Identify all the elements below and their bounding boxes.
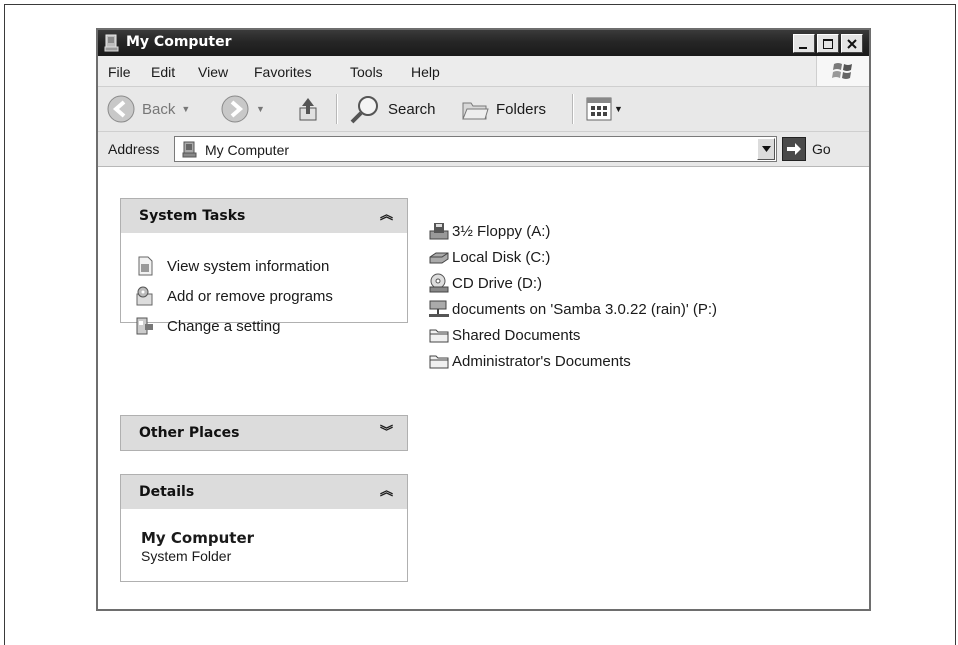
address-dropdown-button[interactable]	[757, 138, 775, 160]
details-panel: Details ︽ My Computer System Folder	[120, 474, 408, 582]
task-label: Change a setting	[167, 317, 281, 335]
collapse-chevron-icon[interactable]: ︽	[380, 484, 393, 497]
go-arrow-icon	[782, 137, 806, 161]
folders-button[interactable]: Folders	[460, 94, 546, 124]
windows-logo	[816, 56, 869, 86]
system-info-icon	[138, 256, 153, 276]
forward-dropdown-icon[interactable]: ▼	[256, 104, 265, 114]
task-label: Add or remove programs	[167, 287, 333, 305]
up-folder-button[interactable]	[294, 94, 322, 124]
folders-label: Folders	[496, 100, 547, 118]
views-dropdown-icon[interactable]: ▼	[614, 104, 623, 114]
file-label: Shared Documents	[452, 326, 581, 344]
views-button[interactable]: ▼	[586, 94, 623, 124]
file-label: 3½ Floppy (A:)	[452, 222, 551, 240]
collapse-chevron-icon[interactable]: ︽	[380, 208, 393, 221]
content-area: System Tasks ︽ View system information A…	[98, 167, 869, 609]
close-button[interactable]	[841, 34, 863, 53]
menu-view[interactable]: View	[198, 64, 228, 80]
chevron-down-icon	[761, 146, 771, 152]
back-label: Back	[142, 100, 176, 118]
folder-item-administrators-documents[interactable]: Administrator's Documents	[428, 351, 631, 371]
drive-item-local-disk[interactable]: Local Disk (C:)	[428, 247, 550, 267]
other-places-header[interactable]: Other Places ︾	[121, 416, 407, 450]
menu-help[interactable]: Help	[411, 64, 440, 80]
search-label: Search	[388, 100, 436, 118]
toolbar-separator	[336, 94, 338, 124]
control-panel-icon	[136, 317, 153, 335]
file-label: documents on 'Samba 3.0.22 (rain)' (P:)	[452, 300, 718, 318]
menu-bar: File Edit View Favorites Tools Help	[98, 56, 869, 87]
file-label: CD Drive (D:)	[452, 274, 542, 292]
menu-file[interactable]: File	[108, 64, 131, 80]
folder-item-shared-documents[interactable]: Shared Documents	[428, 325, 580, 345]
details-header[interactable]: Details ︽	[121, 475, 407, 509]
menu-edit[interactable]: Edit	[151, 64, 175, 80]
address-bar: Address My Computer Go	[98, 132, 869, 167]
maximize-icon	[823, 38, 833, 49]
details-type: System Folder	[141, 548, 232, 564]
address-value: My Computer	[205, 142, 290, 158]
add-remove-programs-icon	[136, 286, 153, 306]
drive-item-network-share[interactable]: documents on 'Samba 3.0.22 (rain)' (P:)	[428, 299, 717, 319]
standard-toolbar: Back ▼ ▼ Search Folders ▼	[98, 87, 869, 132]
back-button[interactable]: Back ▼	[106, 94, 190, 124]
go-button[interactable]: Go	[782, 136, 831, 162]
expand-chevron-icon[interactable]: ︾	[380, 425, 393, 438]
up-folder-icon	[299, 98, 317, 121]
task-change-a-setting[interactable]: Change a setting	[135, 316, 280, 336]
minimize-button[interactable]	[793, 34, 815, 53]
system-tasks-title: System Tasks	[139, 208, 246, 224]
folder-icon	[429, 355, 449, 369]
windows-flag-icon	[832, 63, 852, 79]
details-name: My Computer	[141, 529, 255, 547]
cd-drive-icon	[429, 273, 449, 293]
menu-tools[interactable]: Tools	[350, 64, 383, 80]
folder-icon	[429, 329, 449, 343]
details-title: Details	[139, 484, 195, 500]
back-dropdown-icon[interactable]: ▼	[181, 104, 190, 114]
close-icon	[847, 38, 857, 49]
my-computer-icon	[104, 34, 119, 52]
drive-item-floppy[interactable]: 3½ Floppy (A:)	[428, 221, 550, 241]
address-field[interactable]: My Computer	[174, 136, 777, 162]
maximize-button[interactable]	[817, 34, 839, 53]
system-tasks-header[interactable]: System Tasks ︽	[121, 199, 407, 233]
minimize-icon	[799, 46, 807, 49]
menu-favorites[interactable]: Favorites	[254, 64, 312, 80]
go-label: Go	[812, 141, 831, 157]
forward-button[interactable]: ▼	[220, 94, 265, 124]
task-view-system-information[interactable]: View system information	[135, 256, 329, 276]
floppy-drive-icon	[429, 223, 449, 240]
search-button[interactable]: Search	[348, 94, 436, 124]
window-title: My Computer	[126, 34, 232, 50]
task-add-remove-programs[interactable]: Add or remove programs	[135, 286, 333, 306]
toolbar-separator	[572, 94, 574, 124]
other-places-panel: Other Places ︾	[120, 415, 408, 451]
file-label: Administrator's Documents	[452, 352, 631, 370]
my-computer-icon	[182, 141, 197, 158]
back-arrow-icon	[107, 95, 135, 123]
forward-arrow-icon	[221, 95, 249, 123]
other-places-title: Other Places	[139, 425, 240, 441]
title-bar[interactable]: My Computer	[98, 30, 869, 56]
address-label: Address	[108, 141, 160, 157]
network-drive-icon	[429, 300, 449, 317]
explorer-window: My Computer File Edit View Favorites Too…	[96, 28, 871, 611]
views-icon	[586, 97, 612, 121]
folders-icon	[462, 102, 489, 120]
search-icon	[350, 96, 378, 124]
system-tasks-panel: System Tasks ︽ View system information A…	[120, 198, 408, 335]
file-label: Local Disk (C:)	[452, 248, 551, 266]
task-label: View system information	[167, 257, 330, 275]
drive-item-cd-drive[interactable]: CD Drive (D:)	[428, 273, 542, 293]
hard-disk-icon	[429, 252, 449, 264]
